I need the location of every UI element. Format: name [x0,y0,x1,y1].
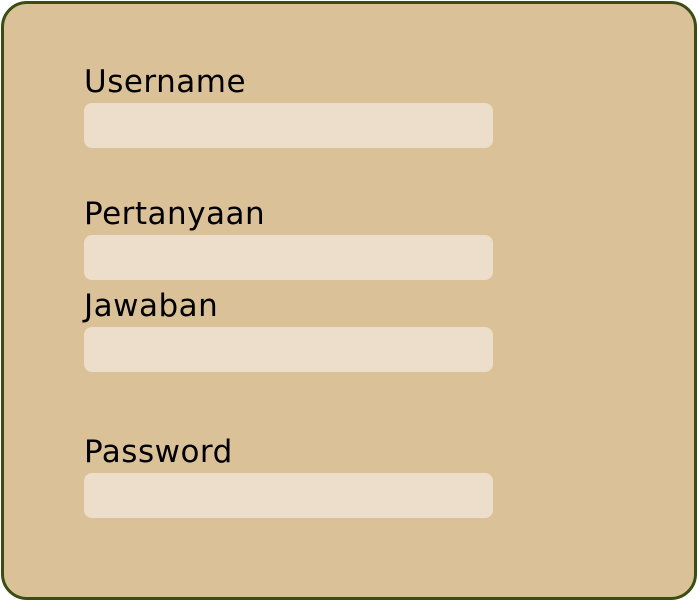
answer-input[interactable] [84,327,493,372]
password-label: Password [84,434,233,470]
question-label: Pertanyaan [84,196,266,232]
username-label: Username [84,64,247,100]
username-input[interactable] [84,103,493,148]
question-input[interactable] [84,235,493,280]
answer-label: Jawaban [84,288,219,324]
password-input[interactable] [84,473,493,518]
